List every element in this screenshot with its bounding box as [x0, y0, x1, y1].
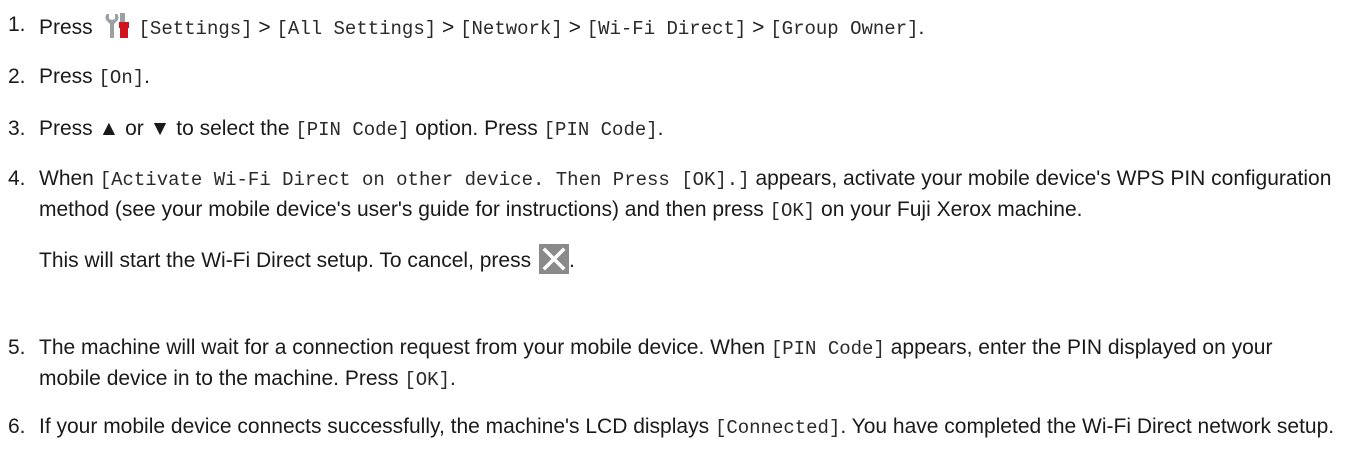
path-separator: > — [258, 16, 271, 39]
step-end: . — [144, 65, 150, 88]
ok-key: [OK] — [404, 369, 450, 391]
step-text: Press ▲ or ▼ to select the — [39, 117, 290, 140]
step-text: This will start the Wi-Fi Direct setup. … — [39, 249, 532, 272]
path-separator: > — [568, 16, 581, 39]
step-number: 5. — [8, 336, 26, 359]
settings-icon — [103, 10, 137, 40]
menu-path-settings: [Settings] — [138, 18, 253, 40]
option-pin-code: [PIN Code] — [543, 119, 658, 141]
step-end: . — [449, 367, 456, 390]
lcd-connected-status: [Connected] — [714, 417, 841, 439]
step-text: option. Press — [415, 117, 538, 140]
path-separator: > — [752, 16, 765, 39]
step-number: 3. — [8, 117, 26, 140]
step-paragraph: When [Activate Wi-Fi Direct on other dev… — [39, 164, 1340, 226]
cancel-icon — [538, 244, 569, 274]
step-number: 2. — [8, 65, 26, 88]
instruction-page: 1. Press [Settings] > [All Settings] > [… — [0, 0, 1348, 472]
menu-path-network: [Network] — [460, 18, 563, 40]
step-text: Press — [39, 16, 93, 39]
path-separator: > — [442, 16, 455, 39]
step-end: . — [657, 117, 664, 140]
step-text: When — [39, 167, 94, 190]
step-number: 4. — [8, 167, 26, 190]
step-number: 6. — [8, 415, 26, 438]
step-number: 1. — [8, 13, 26, 36]
option-on: [On] — [98, 67, 145, 89]
step-end: . — [568, 249, 575, 272]
step-text: Press — [39, 65, 93, 88]
menu-path-all-settings: [All Settings] — [276, 18, 437, 40]
menu-path-wifi-direct: [Wi-Fi Direct] — [586, 18, 747, 40]
step-text: on your Fuji Xerox machine. — [821, 198, 1083, 221]
step-note: This will start the Wi-Fi Direct setup. … — [39, 244, 1340, 276]
lcd-pin-code: [PIN Code] — [770, 338, 885, 360]
option-pin-code: [PIN Code] — [295, 119, 410, 141]
step-end: . — [918, 16, 925, 39]
step-text: . You have completed the Wi-Fi Direct ne… — [840, 415, 1335, 438]
menu-path-group-owner: [Group Owner] — [770, 18, 919, 40]
step-text: The machine will wait for a connection r… — [39, 336, 765, 359]
ok-key: [OK] — [769, 200, 816, 222]
lcd-message: [Activate Wi-Fi Direct on other device. … — [99, 169, 750, 191]
step-text: If your mobile device connects successfu… — [39, 415, 710, 438]
